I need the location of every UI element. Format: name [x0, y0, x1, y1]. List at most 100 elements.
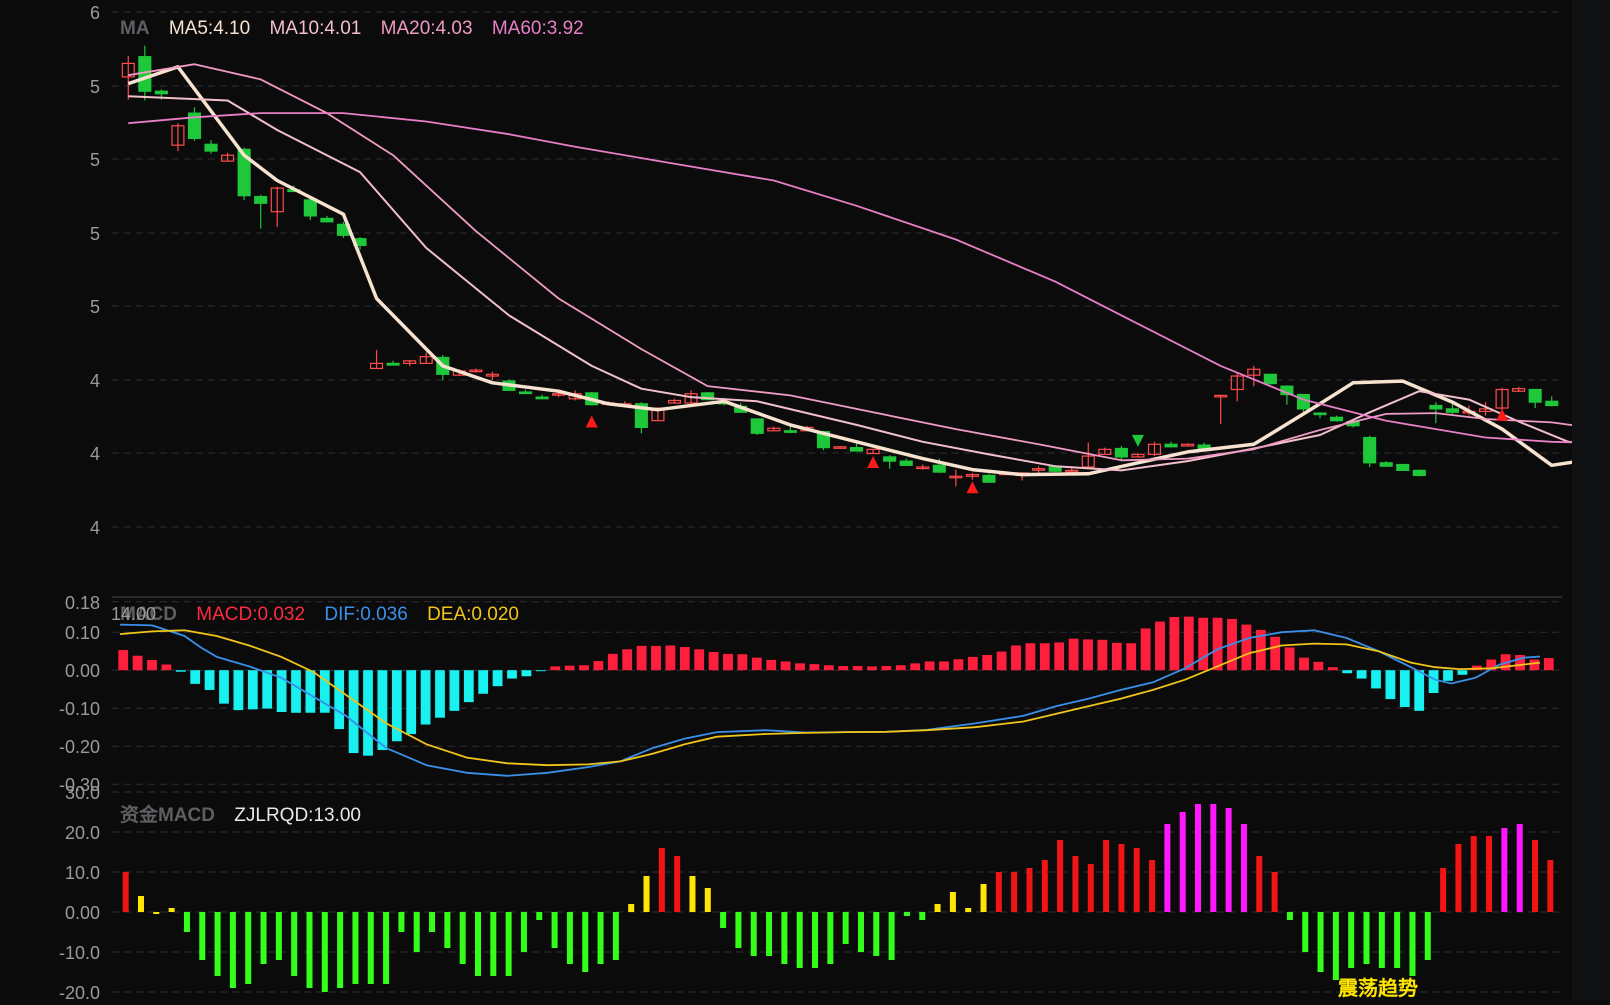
buy-signal-arrow	[585, 415, 598, 428]
candle-down	[1412, 469, 1426, 477]
dea-line	[119, 629, 1541, 767]
macd-bar-negative	[507, 670, 517, 679]
macd-bar-negative	[1342, 670, 1353, 674]
macd-bar-negative	[478, 670, 489, 694]
stock-chart[interactable]: 655554440.180.100.00-0.10-0.20-0.3030.02…	[0, 0, 1610, 1003]
legend-macd: MACD:0.032	[196, 604, 306, 625]
macd-bar-positive	[1039, 643, 1050, 671]
macd-bar-positive	[1529, 659, 1540, 671]
fund-bar	[1348, 912, 1355, 968]
fund-bar	[1378, 912, 1385, 968]
macd-bar-positive	[823, 665, 834, 671]
macd-bar-positive	[147, 659, 157, 671]
macd-bar-positive	[838, 666, 849, 671]
y-tick-label: 4	[90, 371, 100, 391]
candle-down	[1263, 373, 1277, 385]
fund-bar	[398, 912, 405, 932]
fund-bar	[183, 912, 190, 932]
legend-ma10: MA10:4.01	[269, 18, 362, 39]
fund-bar	[214, 912, 221, 976]
candle-down	[154, 90, 168, 95]
macd-bar-positive	[1299, 657, 1309, 671]
macd-bar-negative	[463, 670, 474, 703]
fund-bar	[1516, 824, 1523, 912]
fund-bar	[490, 912, 497, 976]
candle-down	[1396, 463, 1410, 471]
macd-bar-positive	[1011, 645, 1021, 671]
candle-down	[204, 143, 218, 152]
fund-bar	[1087, 864, 1094, 912]
y-tick-label: -0.20	[59, 737, 100, 757]
fund-bar	[781, 912, 788, 964]
macd-bar-positive	[910, 663, 921, 671]
fund-bar	[1486, 836, 1493, 912]
ma-line-ma20	[128, 63, 1610, 462]
candle-down	[386, 362, 400, 366]
y-tick-label: 0.00	[65, 903, 100, 923]
macd-bar-positive	[852, 666, 863, 671]
fund-bar	[704, 888, 711, 912]
macd-bar-positive	[766, 659, 777, 671]
fund-bar	[1118, 844, 1125, 912]
macd-bar-positive	[1054, 642, 1065, 671]
fund-bar	[1072, 856, 1079, 912]
fund-bar	[1164, 824, 1171, 912]
overlap-value-text: 14.00	[111, 604, 157, 624]
fund-bar	[1057, 840, 1064, 912]
candle-down	[1545, 400, 1559, 407]
fund-bar	[367, 912, 374, 984]
y-axis-labels: 655554440.180.100.00-0.10-0.20-0.3030.02…	[59, 3, 100, 1003]
macd-bar-negative	[1399, 670, 1410, 708]
macd-bar-positive	[651, 645, 661, 671]
fund-bar	[153, 912, 160, 914]
macd-bar-positive	[636, 645, 647, 671]
fund-bar	[122, 872, 129, 912]
right-scroll-strip[interactable]	[1572, 0, 1610, 1000]
fund-bar	[582, 912, 589, 972]
fund-bar	[1363, 912, 1370, 964]
fund-bar	[413, 912, 420, 952]
fund-bar	[965, 908, 972, 912]
macd-panel[interactable]	[118, 616, 1554, 777]
fund-bar	[658, 848, 665, 912]
sell-signal-arrow	[1131, 434, 1144, 447]
fund-bar	[337, 912, 344, 988]
macd-bar-positive	[1126, 643, 1137, 671]
fund-bar	[505, 912, 512, 976]
macd-bar-positive	[1183, 616, 1194, 671]
grid	[112, 11, 1562, 993]
price-panel[interactable]	[121, 45, 1610, 494]
fund-bar	[229, 912, 236, 988]
macd-bar-positive	[1140, 628, 1151, 671]
fund-bar	[352, 912, 359, 984]
candle-down	[254, 195, 268, 204]
macd-bar-positive	[881, 666, 892, 671]
fund-bar	[766, 912, 773, 956]
macd-bar-positive	[665, 645, 676, 671]
macd-bar-positive	[550, 666, 561, 671]
fund-bar	[536, 912, 543, 920]
macd-bar-positive	[809, 664, 820, 671]
fund-bar	[1286, 912, 1293, 920]
macd-bar-negative	[521, 670, 532, 677]
ma-indicator-tag[interactable]: MA	[120, 18, 150, 39]
y-tick-label: 0.18	[65, 593, 100, 613]
fund-bar	[628, 904, 635, 912]
y-tick-label: 5	[90, 77, 100, 97]
fund-bar	[1041, 860, 1048, 912]
fund-bar	[919, 912, 926, 920]
macd-bar-positive	[780, 661, 791, 671]
macd-bar-negative	[204, 670, 215, 690]
macd-bar-positive	[708, 651, 719, 671]
candle-down	[1114, 447, 1128, 458]
fund-indicator-tag[interactable]: 资金MACD	[120, 805, 215, 826]
fund-bar	[980, 884, 987, 912]
y-tick-label: -10.0	[59, 943, 100, 963]
candle-down	[1429, 404, 1443, 410]
fund-bar	[903, 912, 910, 916]
fund-bar	[1240, 824, 1247, 912]
fund-bar	[857, 912, 864, 952]
macd-bar-positive	[939, 661, 949, 671]
candle-down	[1363, 436, 1377, 464]
y-tick-label: 5	[90, 297, 100, 317]
